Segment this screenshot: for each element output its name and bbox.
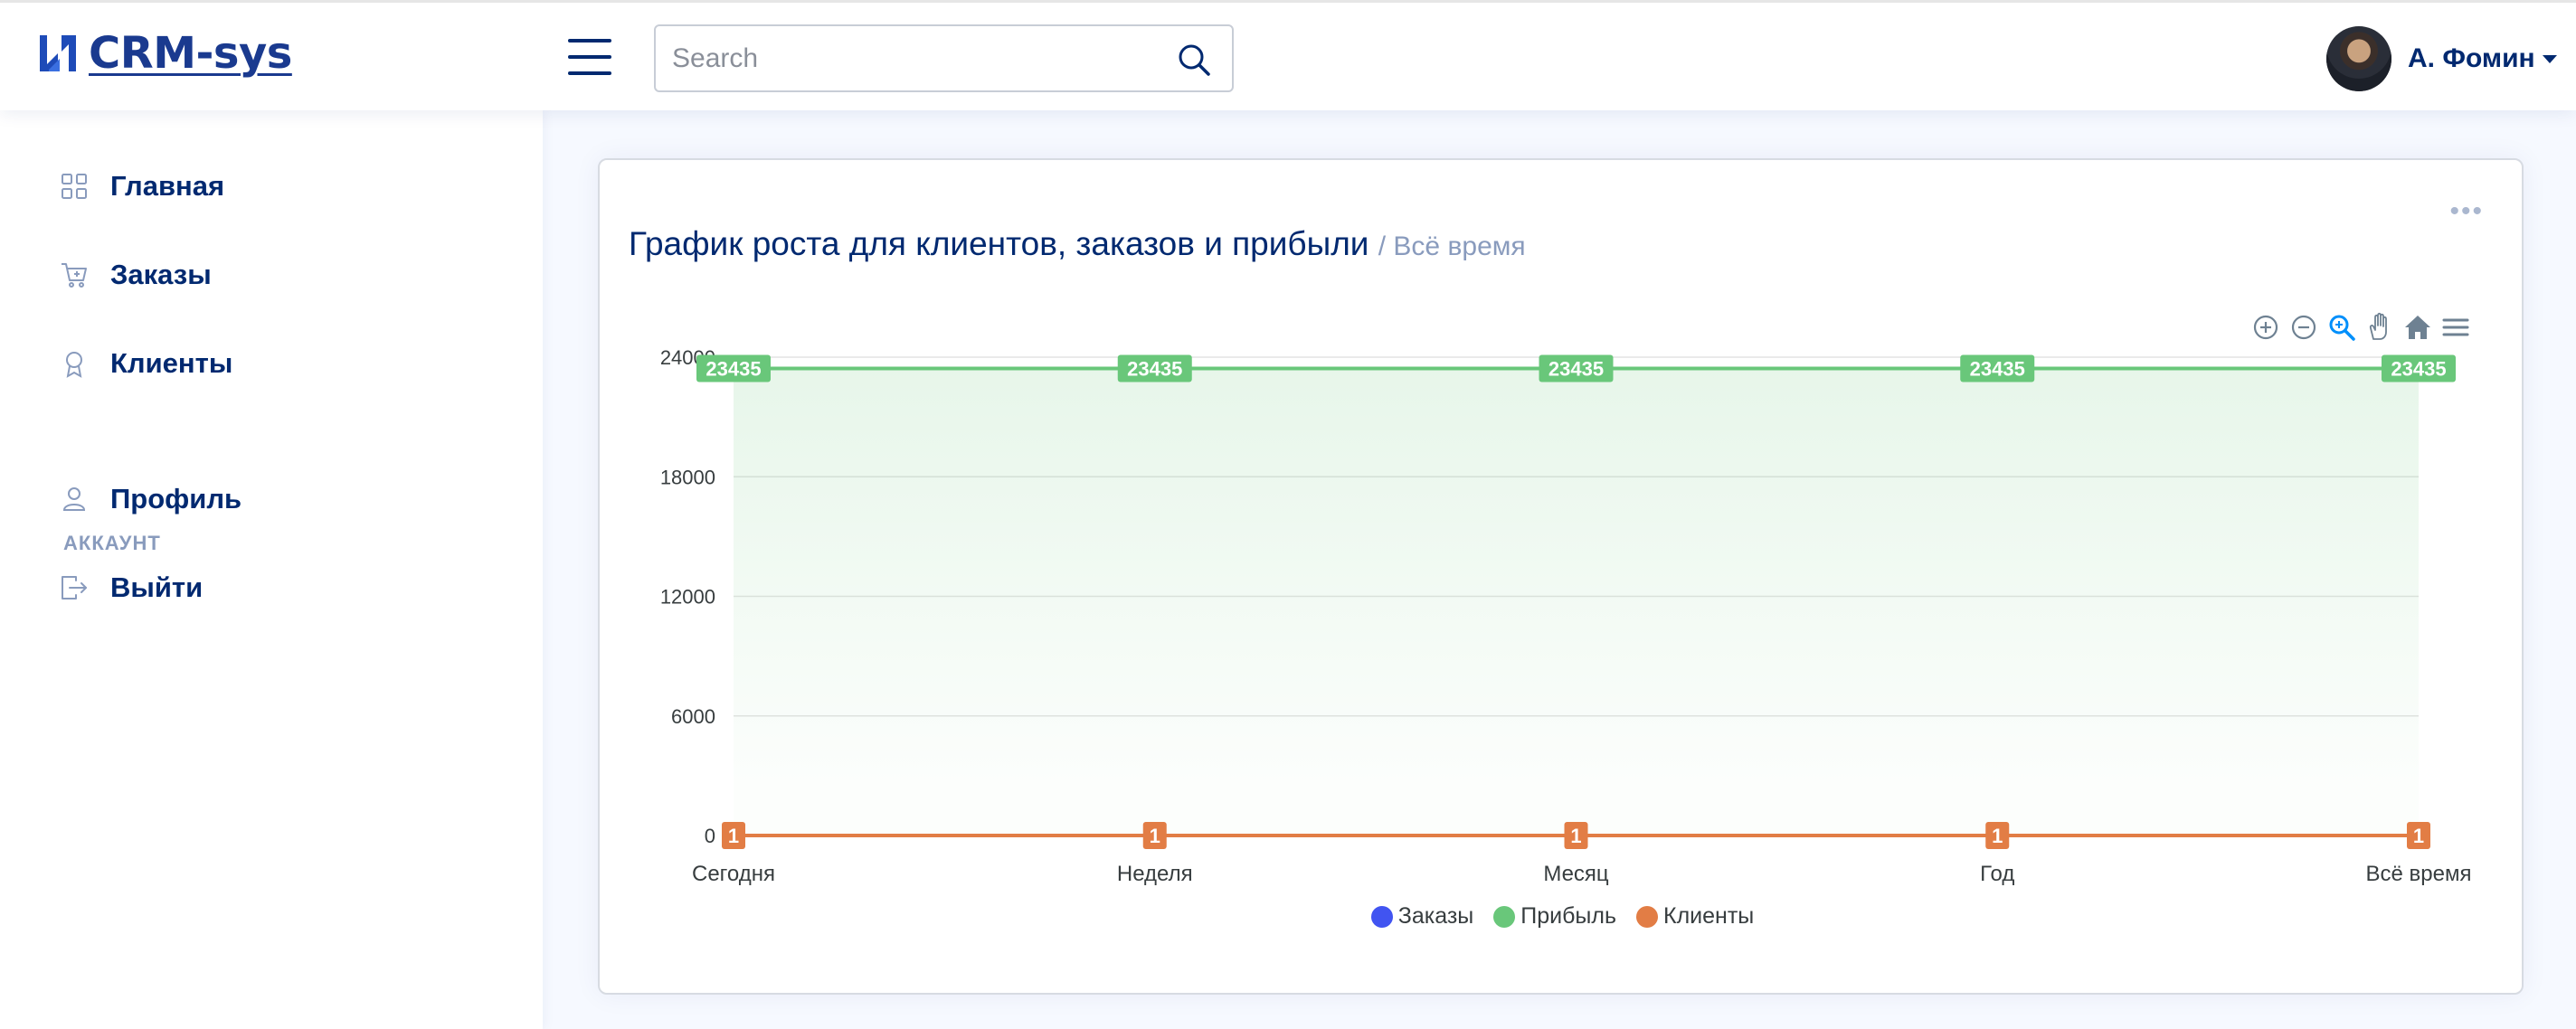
search-bar	[654, 24, 1234, 92]
x-tick-label: Сегодня	[692, 862, 775, 886]
sidebar-item-label: Клиенты	[110, 347, 233, 379]
legend-item[interactable]: Клиенты	[1636, 903, 1754, 930]
chart-legend: Заказы Прибыль Клиенты	[600, 903, 2525, 930]
menu-bar	[568, 39, 611, 42]
series-area	[734, 368, 2419, 835]
legend-item[interactable]: Заказы	[1370, 903, 1474, 930]
y-tick-label: 18000	[660, 466, 715, 488]
grid-icon	[62, 174, 87, 199]
avatar[interactable]	[2326, 26, 2391, 91]
sidebar-item-clients[interactable]: Клиенты	[60, 347, 232, 380]
user-name[interactable]: А. Фомин	[2408, 43, 2535, 74]
zoom-select-icon[interactable]	[2326, 312, 2357, 343]
sidebar-item-logout[interactable]: Выйти	[60, 571, 203, 604]
sidebar-item-label: Заказы	[110, 259, 212, 290]
data-label: 23435	[1970, 357, 2025, 380]
data-label: 23435	[1548, 357, 1604, 380]
sidebar-item-profile[interactable]: Профиль	[60, 483, 242, 515]
y-tick-label: 0	[705, 825, 715, 847]
x-tick-label: Всё время	[2366, 862, 2472, 886]
x-tick-label: Год	[1980, 862, 2014, 886]
sidebar-item-orders[interactable]: Заказы	[60, 259, 212, 291]
data-label: 1	[1150, 825, 1160, 847]
home-icon[interactable]	[2402, 312, 2433, 343]
x-tick-label: Неделя	[1117, 862, 1193, 886]
menu-bar	[568, 55, 611, 59]
sidebar-heading: АККАУНТ	[63, 532, 161, 554]
growth-area-chart: 06000120001800024000Сегодня Неделя Месяц Го…	[660, 346, 2472, 886]
search-icon[interactable]	[1175, 41, 1213, 79]
data-label: 1	[1992, 825, 2003, 847]
sidebar-item-dashboard[interactable]: Главная	[60, 170, 224, 203]
cart-icon	[62, 263, 87, 288]
y-tick-label: 12000	[660, 586, 715, 609]
chart-toolbar	[2250, 312, 2471, 343]
data-label: 1	[1570, 825, 1581, 847]
menu-icon[interactable]	[2440, 312, 2471, 343]
sidebar-item-label: Профиль	[110, 483, 242, 514]
zoom-in-icon[interactable]	[2250, 312, 2281, 343]
legend-label: Прибыль	[1520, 903, 1617, 929]
growth-chart-card: ••• График роста для клиентов, заказов и…	[598, 158, 2524, 995]
brand-name[interactable]: CRM-sys	[89, 28, 292, 79]
logout-icon	[62, 576, 87, 599]
sidebar-item-label: Выйти	[110, 571, 204, 603]
toggle-sidebar-button[interactable]	[568, 39, 611, 75]
brand-logo[interactable]: CRM-sys	[34, 28, 292, 79]
legend-item[interactable]: Прибыль	[1493, 903, 1616, 930]
data-label: 1	[2413, 825, 2424, 847]
data-label: 23435	[1127, 357, 1182, 380]
zoom-out-icon[interactable]	[2288, 312, 2319, 343]
data-label: 1	[728, 825, 739, 847]
award-icon	[66, 352, 82, 378]
legend-marker	[1370, 905, 1393, 928]
legend-marker	[1636, 905, 1659, 928]
top-header: CRM-sys А. Фомин	[0, 0, 2576, 110]
pan-hand-icon[interactable]	[2364, 312, 2395, 343]
search-input[interactable]	[672, 39, 1142, 79]
sidebar-item-label: Главная	[110, 170, 225, 202]
data-label: 23435	[2391, 357, 2446, 380]
menu-bar	[568, 71, 611, 75]
chevron-down-icon[interactable]	[2542, 54, 2557, 63]
sidebar: Главная Заказы Клиенты АККАУНТ Профиль В…	[0, 110, 543, 1029]
y-tick-label: 6000	[671, 705, 715, 728]
logo-icon	[40, 35, 76, 71]
legend-label: Заказы	[1397, 903, 1474, 929]
legend-marker	[1493, 905, 1516, 928]
x-tick-label: Месяц	[1543, 862, 1609, 886]
legend-label: Клиенты	[1663, 903, 1755, 929]
person-icon	[62, 487, 86, 511]
data-label: 23435	[706, 357, 761, 380]
user-profile-dropdown[interactable]: А. Фомин	[2326, 26, 2557, 91]
